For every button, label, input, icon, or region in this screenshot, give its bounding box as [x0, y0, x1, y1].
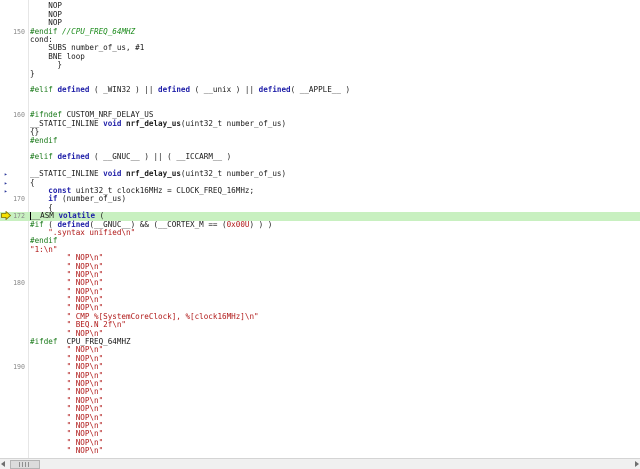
code-line[interactable]: } — [29, 68, 640, 78]
code-line[interactable]: #ifdef CPU_FREQ_64MHZ — [29, 337, 640, 346]
code-text: __STATIC_INLINE void nrf_delay_us(uint32… — [30, 169, 287, 179]
code-line[interactable]: " NOP\n" — [29, 354, 640, 363]
code-text: } — [30, 68, 35, 78]
code-text: #elif defined ( _WIN32 ) || defined ( __… — [30, 85, 351, 95]
code-text: } — [30, 60, 63, 70]
code-line[interactable]: " NOP\n" — [29, 379, 640, 388]
code-line[interactable]: " NOP\n" — [29, 262, 640, 271]
code-text: #elif defined ( __GNUC__ ) || ( __ICCARM… — [30, 152, 232, 162]
code-line[interactable]: 150 #endif //CPU_FREQ_64MHZ — [13, 27, 640, 36]
code-line[interactable]: " NOP\n" — [29, 253, 640, 262]
code-line[interactable]: 190 " NOP\n" — [13, 362, 640, 371]
code-line[interactable]: 180 " NOP\n" — [13, 279, 640, 288]
code-editor[interactable]: NOP NOP NOP NOP150#endif //CPU_FREQ_64MH… — [0, 0, 640, 458]
yellow-arrow-icon[interactable] — [1, 211, 11, 221]
code-line[interactable]: BNE loop — [29, 52, 640, 61]
code-line[interactable]: " NOP\n" — [29, 446, 640, 456]
code-line[interactable]: " NOP\n" — [29, 270, 640, 279]
chevron-left-icon[interactable] — [1, 461, 5, 467]
triangle-marker-icon[interactable]: ▸ — [4, 171, 8, 179]
line-number: 150 — [13, 27, 25, 36]
code-line[interactable]: " NOP\n" — [29, 287, 640, 296]
code-line[interactable] — [29, 95, 640, 103]
line-number: 190 — [13, 363, 25, 372]
triangle-marker-icon[interactable]: ▸ — [4, 180, 8, 188]
line-number: 180 — [13, 279, 25, 288]
line-number-gutter[interactable] — [0, 0, 28, 458]
code-line[interactable]: "1:\n" — [29, 245, 640, 254]
code-text: " NOP\n" — [30, 446, 104, 456]
code-line[interactable]: " NOP\n" — [29, 430, 640, 438]
code-line[interactable]: " NOP\n" — [29, 396, 640, 405]
horizontal-scrollbar[interactable] — [0, 458, 640, 469]
code-line[interactable]: " NOP\n" — [29, 346, 640, 354]
code-line[interactable]: NOP — [29, 1, 640, 10]
code-line[interactable]: " NOP\n" — [29, 404, 640, 413]
code-line[interactable]: " NOP\n" — [29, 421, 640, 430]
chevron-right-icon[interactable] — [635, 461, 639, 467]
code-line[interactable]: " NOP\n" — [29, 295, 640, 304]
code-line[interactable]: { — [29, 203, 640, 212]
code-line[interactable]: #endif — [29, 135, 640, 145]
code-lines[interactable]: NOP NOP NOP NOP150#endif //CPU_FREQ_64MH… — [0, 0, 640, 456]
code-line[interactable]: ▸ __STATIC_INLINE void nrf_delay_us(uint3… — [4, 169, 640, 179]
code-line[interactable]: } — [29, 60, 640, 70]
code-line[interactable]: " BEQ.N 2f\n" — [29, 321, 640, 329]
line-number: 170 — [13, 195, 25, 204]
code-line[interactable]: " NOP\n" — [29, 413, 640, 422]
code-line[interactable]: 170 if (number_of_us) — [13, 194, 640, 203]
scrollbar-grip-icon — [19, 462, 31, 467]
code-line[interactable]: #endif — [29, 237, 640, 245]
code-line[interactable]: #elif defined ( __GNUC__ ) || ( __ICCARM… — [29, 152, 640, 162]
code-line[interactable]: #elif defined ( _WIN32 ) || defined ( __… — [29, 85, 640, 95]
code-line[interactable]: {} — [29, 127, 640, 136]
code-line[interactable]: " NOP\n" — [29, 438, 640, 447]
line-number: 160 — [13, 111, 25, 120]
code-line[interactable]: NOP — [29, 10, 640, 19]
code-line[interactable]: __STATIC_INLINE void nrf_delay_us(uint32… — [29, 118, 640, 128]
code-text: __STATIC_INLINE void nrf_delay_us(uint32… — [30, 118, 287, 128]
code-line[interactable]: ".syntax unified\n" — [29, 228, 640, 237]
code-text: #endif — [30, 135, 58, 145]
code-line[interactable]: " NOP\n" — [29, 371, 640, 380]
code-line[interactable]: SUBS number_of_us, #1 — [29, 43, 640, 52]
code-line[interactable]: " NOP\n" — [29, 388, 640, 396]
